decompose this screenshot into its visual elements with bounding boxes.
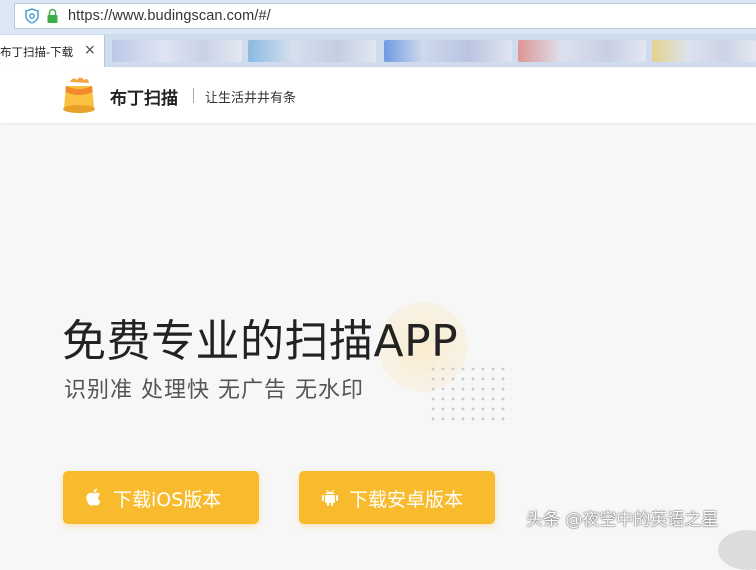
hero-subtitle: 识别准 处理快 无广告 无水印 (64, 378, 364, 403)
browser-tab-bar: 布丁扫描-下载 × (0, 34, 756, 67)
url-field[interactable]: https://www.budingscan.com/#/ (14, 3, 756, 29)
download-android-button[interactable]: 下载安卓版本 (299, 471, 495, 524)
pudding-logo-icon[interactable] (58, 74, 100, 116)
dot-grid-decoration (428, 364, 512, 426)
blurred-tab[interactable] (112, 40, 242, 62)
hero-title: 免费专业的扫描APP (62, 316, 459, 367)
blurred-tab[interactable] (248, 40, 376, 62)
download-ios-button[interactable]: 下载iOS版本 (63, 471, 259, 524)
watermark-text: 头条 @夜空中的英语之星 (526, 510, 719, 530)
tab-title: 布丁扫描-下载 (0, 45, 74, 59)
shield-icon[interactable] (25, 8, 39, 24)
download-ios-label: 下载iOS版本 (113, 489, 222, 511)
blurred-tab[interactable] (384, 40, 512, 62)
corner-decoration (718, 530, 756, 570)
brand-slogan: 让生活井井有条 (205, 91, 297, 106)
lock-icon (47, 8, 58, 23)
android-icon (322, 489, 338, 506)
header-divider (193, 88, 194, 103)
tab-close-icon[interactable]: × (84, 42, 96, 58)
download-android-label: 下载安卓版本 (349, 489, 464, 511)
blurred-tab[interactable] (652, 40, 756, 62)
blurred-tab[interactable] (518, 40, 646, 62)
brand-name[interactable]: 布丁扫描 (110, 84, 178, 109)
url-text: https://www.budingscan.com/#/ (68, 8, 271, 24)
browser-address-bar: https://www.budingscan.com/#/ (0, 0, 756, 34)
site-header: 布丁扫描 让生活井井有条 (0, 67, 756, 123)
tab-active[interactable]: 布丁扫描-下载 × (0, 35, 105, 67)
apple-icon (86, 488, 101, 506)
